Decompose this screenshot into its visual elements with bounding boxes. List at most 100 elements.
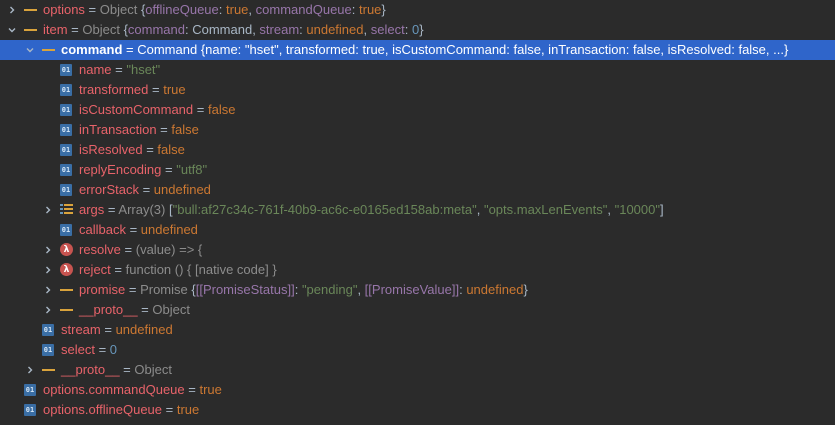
variable-name: transformed <box>79 82 149 97</box>
chevron-down-icon[interactable] <box>23 40 37 60</box>
value-part: : <box>351 2 360 17</box>
tree-row[interactable]: __proto__ = Object <box>0 300 835 320</box>
variable-name: __proto__ <box>79 302 138 317</box>
value-part: = <box>156 122 172 137</box>
variable-name: replyEncoding <box>79 162 162 177</box>
value-part: true <box>359 2 382 17</box>
value-part: undefined <box>153 182 211 197</box>
tree-row[interactable]: λ reject = function () { [native code] } <box>0 260 835 280</box>
value-part: = <box>104 202 119 217</box>
tree-row[interactable]: 01 stream = undefined <box>0 320 835 340</box>
value-part: , <box>363 22 371 37</box>
value-part: Command {name: "hset", transformed: true… <box>137 42 789 57</box>
value-part: = <box>142 142 158 157</box>
value-part: Object <box>152 302 190 317</box>
tree-row[interactable]: options = Object {offlineQueue: true, co… <box>0 0 835 20</box>
tree-row[interactable]: 01 replyEncoding = "utf8" <box>0 160 835 180</box>
value-part: true <box>176 402 200 417</box>
field-icon: 01 <box>60 164 72 176</box>
value-part: "10000" <box>614 202 660 217</box>
value-part: true <box>226 2 249 17</box>
tree-row[interactable]: λ resolve = (value) => { <box>0 240 835 260</box>
tree-row[interactable]: 01 select = 0 <box>0 340 835 360</box>
chevron-down-icon[interactable] <box>5 20 19 40</box>
tree-row[interactable]: command = Command {name: "hset", transfo… <box>0 40 835 60</box>
value-part: ] <box>659 202 664 217</box>
tree-row-text: __proto__ = Object <box>61 360 172 380</box>
tree-row-text: resolve = (value) => { <box>79 240 202 260</box>
object-icon <box>60 303 73 316</box>
variable-name: options <box>43 2 85 17</box>
value-part: undefined <box>140 222 198 237</box>
value-part: [[PromiseValue]] <box>364 282 460 297</box>
tree-row-text: replyEncoding = "utf8" <box>79 160 207 180</box>
chevron-right-icon[interactable] <box>41 260 55 280</box>
variable-name: isResolved <box>79 142 143 157</box>
field-icon: 01 <box>60 64 72 76</box>
tree-row[interactable]: 01 transformed = true <box>0 80 835 100</box>
tree-row-text: reject = function () { [native code] } <box>79 260 277 280</box>
value-part: commandQueue <box>255 2 352 17</box>
value-part: function () { [native code] } <box>125 262 277 277</box>
tree-row[interactable]: 01 isCustomCommand = false <box>0 100 835 120</box>
variable-name: options.commandQueue <box>43 382 185 397</box>
tree-row-text: command = Command {name: "hset", transfo… <box>61 40 788 60</box>
value-part: false <box>171 122 199 137</box>
tree-row-text: args = Array(3) ["bull:af27c34c-761f-40b… <box>79 200 664 220</box>
chevron-right-icon[interactable] <box>41 240 55 260</box>
value-part: Object <box>134 362 172 377</box>
tree-row[interactable]: 01 options.commandQueue = true <box>0 380 835 400</box>
value-part: (value) => { <box>135 242 203 257</box>
chevron-right-icon[interactable] <box>41 200 55 220</box>
chevron-right-icon[interactable] <box>41 280 55 300</box>
value-part: command <box>127 22 185 37</box>
value-part: Promise <box>140 282 192 297</box>
variable-name: args <box>79 202 105 217</box>
variable-name: command <box>61 42 123 57</box>
value-part: = <box>138 182 154 197</box>
value-part: = <box>148 82 164 97</box>
tree-row[interactable]: promise = Promise {[[PromiseStatus]]: "p… <box>0 280 835 300</box>
chevron-right-icon[interactable] <box>41 300 55 320</box>
value-part: = <box>110 262 126 277</box>
variable-name: promise <box>79 282 126 297</box>
tree-row[interactable]: 01 options.offlineQueue = true <box>0 400 835 420</box>
chevron-right-icon[interactable] <box>23 360 37 380</box>
value-part: offlineQueue <box>145 2 219 17</box>
value-part: : Command, <box>185 22 260 37</box>
array-icon <box>60 203 73 216</box>
value-part: = <box>137 302 153 317</box>
value-part: = <box>84 2 100 17</box>
field-icon: 01 <box>60 144 72 156</box>
value-part: Object <box>99 2 141 17</box>
tree-row-text: stream = undefined <box>61 320 173 340</box>
variable-name: callback <box>79 222 126 237</box>
tree-row-text: select = 0 <box>61 340 117 360</box>
tree-row[interactable]: 01 callback = undefined <box>0 220 835 240</box>
tree-row-text: item = Object {command: Command, stream:… <box>43 20 424 40</box>
chevron-right-icon[interactable] <box>5 0 19 20</box>
tree-row-text: callback = undefined <box>79 220 198 240</box>
tree-row[interactable]: 01 isResolved = false <box>0 140 835 160</box>
variable-name: resolve <box>79 242 121 257</box>
value-part: = <box>94 342 110 357</box>
tree-row[interactable]: 01 name = "hset" <box>0 60 835 80</box>
function-icon: λ <box>60 243 73 256</box>
variable-name: stream <box>61 322 101 337</box>
value-part: false <box>207 102 236 117</box>
value-part: "pending" <box>301 282 358 297</box>
tree-row[interactable]: args = Array(3) ["bull:af27c34c-761f-40b… <box>0 200 835 220</box>
tree-row[interactable]: item = Object {command: Command, stream:… <box>0 20 835 40</box>
tree-row[interactable]: 01 inTransaction = false <box>0 120 835 140</box>
value-part: : <box>218 2 227 17</box>
tree-row-text: options = Object {offlineQueue: true, co… <box>43 0 386 20</box>
value-part: = <box>100 322 116 337</box>
value-part: true <box>163 82 186 97</box>
value-part: = <box>125 282 141 297</box>
value-part: , <box>357 282 365 297</box>
tree-row[interactable]: 01 errorStack = undefined <box>0 180 835 200</box>
field-icon: 01 <box>60 84 72 96</box>
value-part: "hset" <box>126 62 161 77</box>
value-part: , <box>476 202 484 217</box>
tree-row[interactable]: __proto__ = Object <box>0 360 835 380</box>
